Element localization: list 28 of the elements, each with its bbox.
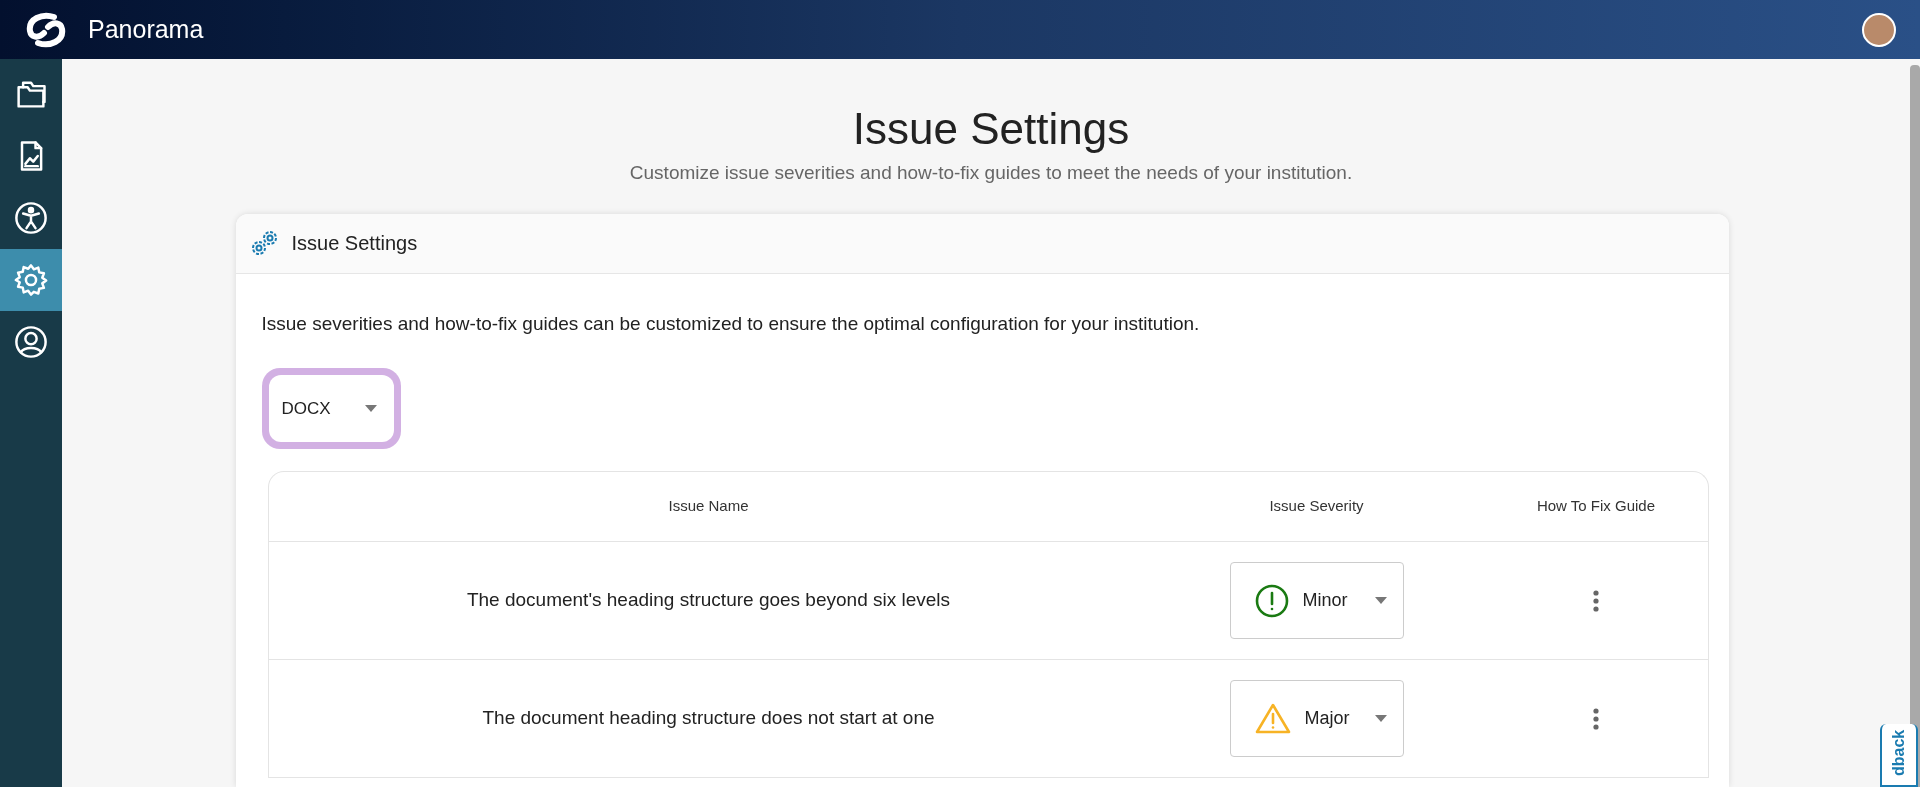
issue-name: The document heading structure does not start at one [482,706,935,731]
card-description: Issue severities and how-to-fix guides can be customized to ensure the optimal configuration for your institution. [261,311,1201,336]
exclamation-circle-icon [1254,583,1289,618]
kebab-menu-icon [1593,589,1599,612]
caret-icon [364,405,377,412]
warning-triangle-icon [1254,702,1291,735]
column-header: Issue Name [668,496,749,517]
column-header: Issue Severity [1269,496,1364,517]
user-profile-icon [13,324,49,360]
gears-icon [249,228,280,258]
accessibility-icon [13,200,49,236]
caret-icon [1374,715,1387,722]
caret-icon [1374,597,1387,604]
severity-select[interactable]: Major [1229,680,1404,757]
page-subtitle: Customize issue severities and how-to-fix guides to meet the needs of your institution. [629,161,1353,185]
severity-select[interactable]: Minor [1229,562,1404,639]
logo-icon [24,10,68,49]
feedback-tab[interactable]: dback [1880,724,1918,787]
issue-name: The document's heading structure goes beyond six levels [466,588,951,613]
app-name: Panorama [88,13,204,45]
page-title: Issue Settings [852,103,1130,155]
kebab-menu-icon [1593,707,1599,730]
settings-icon [13,262,49,298]
column-header: How To Fix Guide [1536,496,1656,517]
format-select[interactable]: DOCX [268,375,394,442]
user-avatar[interactable] [1862,12,1896,47]
scrollbar[interactable] [1910,65,1920,787]
card-title: Issue Settings [291,231,418,256]
